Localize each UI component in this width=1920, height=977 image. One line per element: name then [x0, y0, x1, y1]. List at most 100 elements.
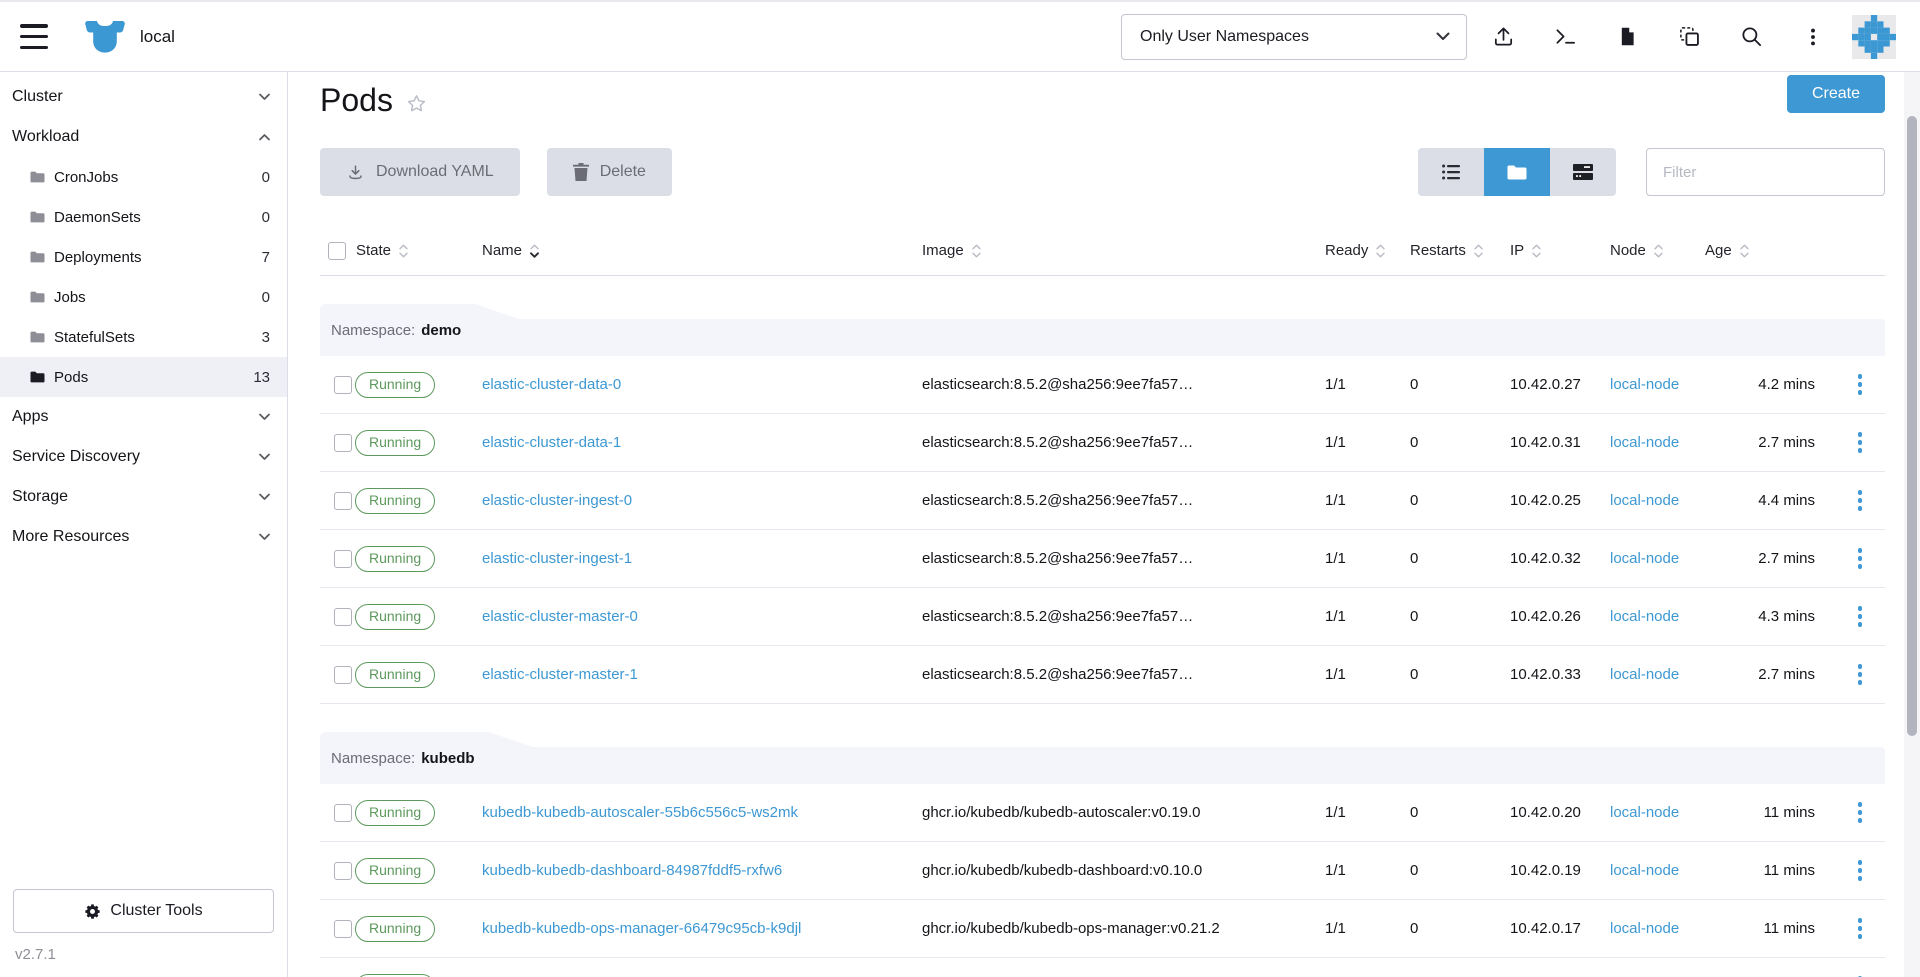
node-link[interactable]: local-node	[1610, 608, 1679, 625]
pod-row[interactable]: Running elastic-cluster-data-0 elasticse…	[320, 356, 1885, 414]
sidebar-item-deployments[interactable]: Deployments7	[0, 237, 287, 277]
sidebar-item-more-resources[interactable]: More Resources	[0, 517, 287, 557]
grouped-view-icon[interactable]	[1484, 148, 1550, 196]
list-view-icon[interactable]	[1418, 148, 1484, 196]
sort-icon[interactable]	[1474, 244, 1483, 258]
select-all-checkbox[interactable]	[328, 242, 346, 260]
node-link[interactable]: local-node	[1610, 550, 1679, 567]
hamburger-menu-icon[interactable]	[20, 24, 48, 49]
node-link[interactable]: local-node	[1610, 666, 1679, 683]
pod-name-link[interactable]: elastic-cluster-ingest-0	[482, 492, 632, 509]
sidebar-item-service-discovery[interactable]: Service Discovery	[0, 437, 287, 477]
pod-name-link[interactable]: elastic-cluster-data-1	[482, 434, 621, 451]
column-header-age[interactable]: Age	[1691, 242, 1821, 259]
cluster-tools-button[interactable]: Cluster Tools	[13, 889, 274, 933]
favorite-star-icon[interactable]	[406, 93, 427, 114]
pod-row[interactable]: Running kubedb-kubedb-provisioner-58684d…	[320, 958, 1885, 977]
pod-ready: 1/1	[1311, 434, 1396, 451]
pod-name-link[interactable]: elastic-cluster-master-0	[482, 608, 638, 625]
column-header-ip[interactable]: IP	[1496, 242, 1596, 259]
create-button[interactable]: Create	[1787, 75, 1885, 113]
row-checkbox[interactable]	[334, 376, 352, 394]
sidebar-item-storage[interactable]: Storage	[0, 477, 287, 517]
node-link[interactable]: local-node	[1610, 804, 1679, 821]
sidebar-item-workload[interactable]: Workload	[0, 117, 287, 157]
row-actions-kebab-icon[interactable]	[1852, 542, 1869, 575]
pod-row[interactable]: Running elastic-cluster-ingest-1 elastic…	[320, 530, 1885, 588]
sort-icon[interactable]	[1376, 244, 1385, 258]
copy-resource-button[interactable]	[1669, 17, 1709, 57]
node-link[interactable]: local-node	[1610, 434, 1679, 451]
scrollbar-thumb[interactable]	[1907, 116, 1917, 736]
column-header-image[interactable]: Image	[916, 242, 1311, 259]
namespace-name: demo	[421, 322, 461, 339]
column-header-node[interactable]: Node	[1596, 242, 1691, 259]
column-header-ready[interactable]: Ready	[1311, 242, 1396, 259]
row-actions-kebab-icon[interactable]	[1852, 854, 1869, 887]
sidebar-item-cronjobs[interactable]: CronJobs0	[0, 157, 287, 197]
sidebar-item-cluster[interactable]: Cluster	[0, 77, 287, 117]
row-checkbox[interactable]	[334, 434, 352, 452]
row-actions-kebab-icon[interactable]	[1852, 484, 1869, 517]
node-link[interactable]: local-node	[1610, 492, 1679, 509]
scrollbar-track[interactable]	[1904, 72, 1920, 977]
pod-row[interactable]: Running kubedb-kubedb-autoscaler-55b6c55…	[320, 784, 1885, 842]
pod-name-link[interactable]: elastic-cluster-ingest-1	[482, 550, 632, 567]
sort-icon[interactable]	[1740, 244, 1749, 258]
user-avatar[interactable]	[1852, 15, 1896, 59]
download-yaml-button[interactable]: Download YAML	[320, 148, 520, 196]
row-checkbox[interactable]	[334, 920, 352, 938]
sidebar-item-pods[interactable]: Pods13	[0, 357, 287, 397]
row-actions-kebab-icon[interactable]	[1852, 658, 1869, 691]
delete-button[interactable]: Delete	[547, 148, 672, 196]
row-checkbox[interactable]	[334, 862, 352, 880]
row-checkbox[interactable]	[334, 492, 352, 510]
sidebar-item-statefulsets[interactable]: StatefulSets3	[0, 317, 287, 357]
pod-name-link[interactable]: elastic-cluster-data-0	[482, 376, 621, 393]
row-checkbox[interactable]	[334, 550, 352, 568]
column-header-name[interactable]: Name	[476, 242, 916, 259]
pod-row[interactable]: Running kubedb-kubedb-ops-manager-66479c…	[320, 900, 1885, 958]
sidebar-item-daemonsets[interactable]: DaemonSets0	[0, 197, 287, 237]
chevron-down-icon	[259, 453, 270, 461]
row-actions-kebab-icon[interactable]	[1852, 796, 1869, 829]
sort-icon[interactable]	[1532, 244, 1541, 258]
row-actions-kebab-icon[interactable]	[1852, 912, 1869, 945]
sort-icon[interactable]	[1654, 244, 1663, 258]
pod-name-link[interactable]: kubedb-kubedb-autoscaler-55b6c556c5-ws2m…	[482, 804, 798, 821]
row-actions-kebab-icon[interactable]	[1852, 970, 1869, 977]
file-button[interactable]	[1607, 17, 1647, 57]
pod-row[interactable]: Running elastic-cluster-data-1 elasticse…	[320, 414, 1885, 472]
search-button[interactable]	[1731, 17, 1771, 57]
kebab-menu-button[interactable]	[1793, 17, 1833, 57]
kubectl-shell-button[interactable]	[1545, 17, 1585, 57]
sort-icon[interactable]	[399, 244, 408, 258]
sort-icon[interactable]	[972, 244, 981, 258]
pod-name-link[interactable]: elastic-cluster-master-1	[482, 666, 638, 683]
row-checkbox[interactable]	[334, 608, 352, 626]
row-actions-kebab-icon[interactable]	[1852, 368, 1869, 401]
upload-button[interactable]	[1483, 17, 1523, 57]
sidebar-item-jobs[interactable]: Jobs0	[0, 277, 287, 317]
pod-row[interactable]: Running elastic-cluster-master-0 elastic…	[320, 588, 1885, 646]
column-header-restarts[interactable]: Restarts	[1396, 242, 1496, 259]
row-actions-kebab-icon[interactable]	[1852, 600, 1869, 633]
column-header-state[interactable]: State	[354, 242, 476, 259]
row-checkbox[interactable]	[334, 666, 352, 684]
pod-row[interactable]: Running kubedb-kubedb-dashboard-84987fdd…	[320, 842, 1885, 900]
row-actions-kebab-icon[interactable]	[1852, 426, 1869, 459]
node-link[interactable]: local-node	[1610, 862, 1679, 879]
row-checkbox[interactable]	[334, 804, 352, 822]
node-link[interactable]: local-node	[1610, 376, 1679, 393]
rancher-logo[interactable]	[84, 20, 126, 54]
pod-name-link[interactable]: kubedb-kubedb-ops-manager-66479c95cb-k9d…	[482, 920, 801, 937]
filter-input[interactable]	[1646, 148, 1885, 196]
pod-row[interactable]: Running elastic-cluster-ingest-0 elastic…	[320, 472, 1885, 530]
node-link[interactable]: local-node	[1610, 920, 1679, 937]
pod-row[interactable]: Running elastic-cluster-master-1 elastic…	[320, 646, 1885, 704]
namespace-filter-select[interactable]: Only User Namespaces	[1121, 14, 1467, 60]
flat-list-view-icon[interactable]	[1550, 148, 1616, 196]
sidebar-item-apps[interactable]: Apps	[0, 397, 287, 437]
sort-icon[interactable]	[530, 244, 539, 258]
pod-name-link[interactable]: kubedb-kubedb-dashboard-84987fddf5-rxfw6	[482, 862, 782, 879]
